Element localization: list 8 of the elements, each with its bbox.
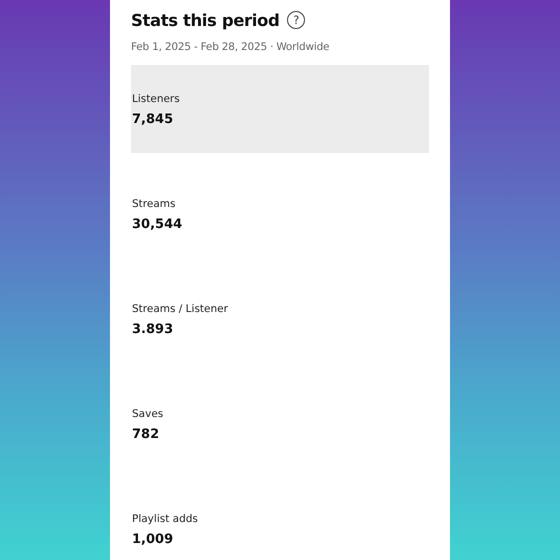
stat-card[interactable]: Streams 30,544 xyxy=(131,170,429,258)
help-icon[interactable]: ? xyxy=(287,11,306,29)
date-range-text: Feb 1, 2025 - Feb 28, 2025 · Worldwide xyxy=(131,41,330,53)
section-title: Stats this period xyxy=(131,10,280,30)
stat-card[interactable]: Playlist adds 1,009 xyxy=(131,485,429,560)
stat-card[interactable]: Saves 782 xyxy=(131,380,429,468)
stat-card[interactable]: Listeners 7,845 xyxy=(131,65,429,153)
stat-card[interactable]: Streams / Listener 3.893 xyxy=(131,275,429,363)
